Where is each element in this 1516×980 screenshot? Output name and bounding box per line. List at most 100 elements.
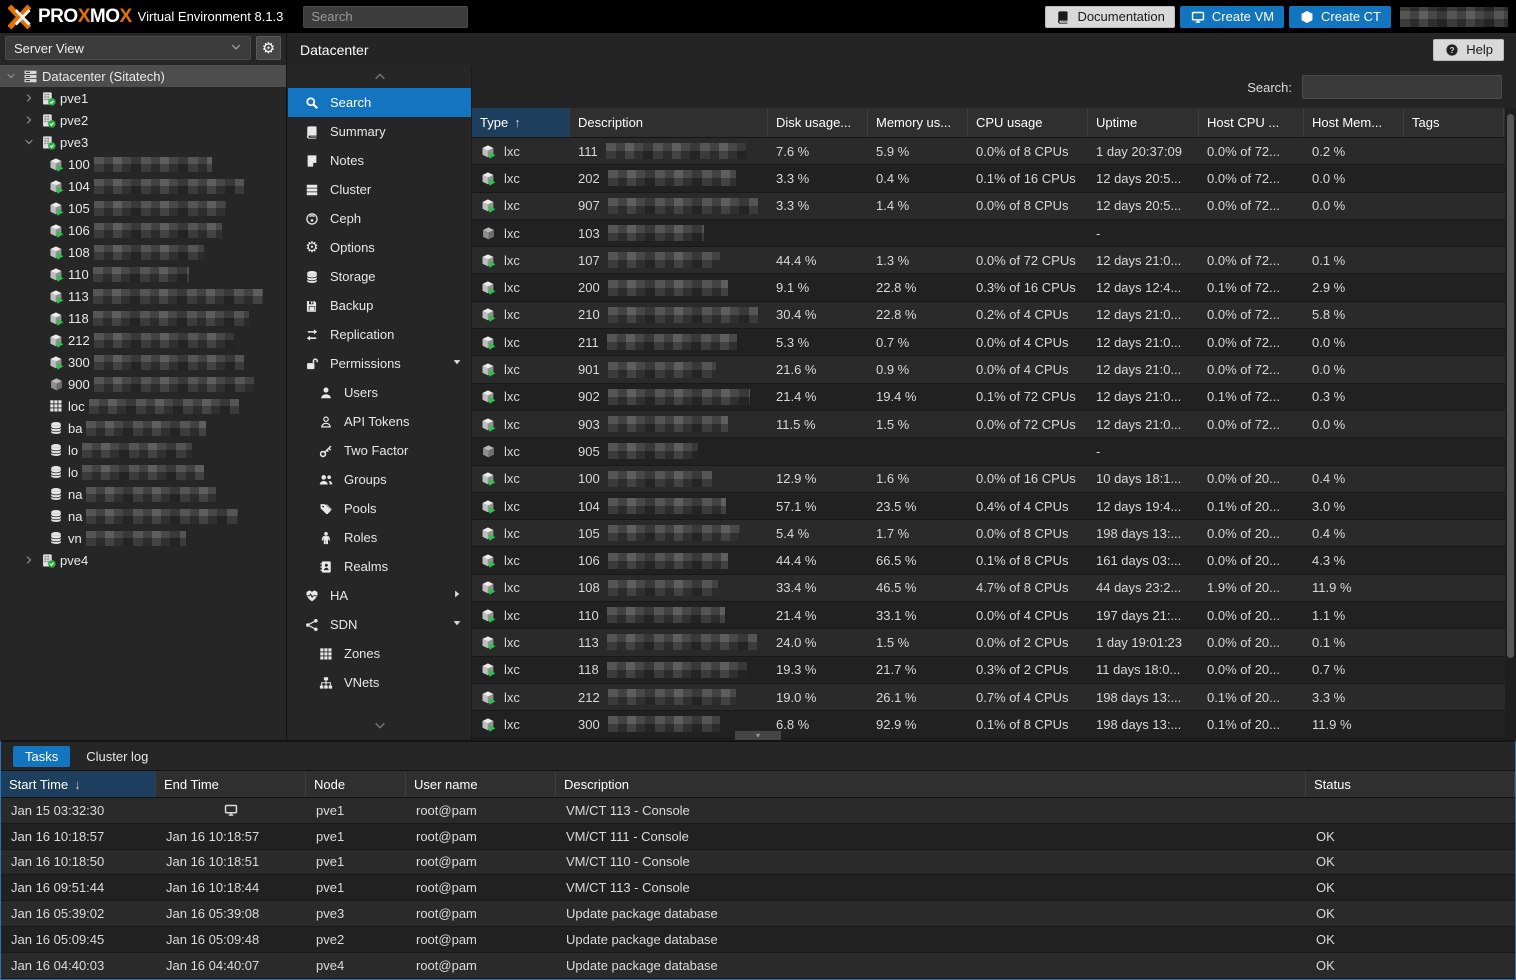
menu-item-realms[interactable]: Realms [288,552,471,581]
table-row[interactable]: lxc 200 9.1 % 22.8 % 0.3% of 16 CPUs 12 … [472,274,1505,301]
menu-item-roles[interactable]: Roles [288,523,471,552]
redacted-username[interactable] [1400,7,1508,27]
tree-item[interactable]: 108 [0,241,286,263]
menu-item-users[interactable]: Users [288,378,471,407]
tree-item[interactable]: 113 [0,285,286,307]
menu-item-ha[interactable]: HA [288,581,471,610]
chevron-right-icon[interactable] [22,554,36,566]
menu-item-search[interactable]: Search [288,88,471,117]
table-row[interactable]: lxc 903 11.5 % 1.5 % 0.0% of 72 CPUs 12 … [472,411,1505,438]
table-row[interactable]: lxc 107 44.4 % 1.3 % 0.0% of 72 CPUs 12 … [472,247,1505,274]
menu-item-groups[interactable]: Groups [288,465,471,494]
help-button[interactable]: ? Help [1433,39,1504,61]
tree-item-pve4[interactable]: pve4 [0,549,286,571]
table-row[interactable]: lxc 105 5.4 % 1.7 % 0.0% of 8 CPUs 198 d… [472,520,1505,547]
menu-item-sdn[interactable]: SDN [288,610,471,639]
column-header-memory-us-[interactable]: Memory us... [868,108,968,137]
menu-scroll-down[interactable] [288,714,471,736]
task-row[interactable]: Jan 16 05:09:45 Jan 16 05:09:48 pve2 roo… [1,927,1515,953]
grid-search-input[interactable] [1302,75,1502,99]
tree-item[interactable]: na [0,483,286,505]
tree-item-pve3[interactable]: pve3 [0,131,286,153]
chevron-right-icon[interactable] [22,92,36,104]
table-row[interactable]: lxc 901 21.6 % 0.9 % 0.0% of 4 CPUs 12 d… [472,356,1505,383]
menu-item-zones[interactable]: Zones [288,639,471,668]
task-column-user-name[interactable]: User name [406,771,556,797]
menu-item-pools[interactable]: Pools [288,494,471,523]
task-row[interactable]: Jan 16 10:18:57 Jan 16 10:18:57 pve1 roo… [1,824,1515,850]
menu-item-summary[interactable]: Summary [288,117,471,146]
create-ct-button[interactable]: Create CT [1289,6,1391,28]
table-row[interactable]: lxc 300 6.8 % 92.9 % 0.1% of 8 CPUs 198 … [472,711,1505,738]
task-row[interactable]: Jan 16 09:51:44 Jan 16 10:18:44 pve1 roo… [1,875,1515,901]
task-column-description[interactable]: Description [556,771,1306,797]
table-row[interactable]: lxc 103 - [472,220,1505,247]
column-header-host-mem-[interactable]: Host Mem... [1304,108,1404,137]
table-row[interactable]: lxc 902 21.4 % 19.4 % 0.1% of 72 CPUs 12… [472,384,1505,411]
tree-item[interactable]: 900 [0,373,286,395]
table-row[interactable]: lxc 210 30.4 % 22.8 % 0.2% of 4 CPUs 12 … [472,302,1505,329]
menu-item-two-factor[interactable]: Two Factor [288,436,471,465]
tree-item[interactable]: ba [0,417,286,439]
task-column-status[interactable]: Status [1306,771,1515,797]
tree-item[interactable]: lo [0,461,286,483]
table-row[interactable]: lxc 106 44.4 % 66.5 % 0.1% of 8 CPUs 161… [472,547,1505,574]
table-row[interactable]: lxc 905 - [472,438,1505,465]
table-row[interactable]: lxc 907 3.3 % 1.4 % 0.0% of 8 CPUs 12 da… [472,193,1505,220]
table-row[interactable]: lxc 104 57.1 % 23.5 % 0.4% of 4 CPUs 12 … [472,493,1505,520]
scrollbar-thumb[interactable] [1507,114,1514,658]
column-header-host-cpu-[interactable]: Host CPU ... [1199,108,1304,137]
tab-cluster-log[interactable]: Cluster log [74,746,160,767]
menu-item-replication[interactable]: Replication [288,320,471,349]
table-row[interactable]: lxc 113 24.0 % 1.5 % 0.0% of 2 CPUs 1 da… [472,629,1505,656]
chevron-down-icon[interactable] [4,70,18,82]
chevron-down-icon[interactable] [22,136,36,148]
tree-item[interactable]: 100 [0,153,286,175]
splitter-handle[interactable]: ▾ [735,731,781,740]
task-column-start-time[interactable]: Start Time↓ [1,771,156,797]
tree-item[interactable]: 105 [0,197,286,219]
table-row[interactable]: lxc 118 19.3 % 21.7 % 0.3% of 2 CPUs 11 … [472,657,1505,684]
task-row[interactable]: Jan 16 05:39:02 Jan 16 05:39:08 pve3 roo… [1,901,1515,927]
menu-item-permissions[interactable]: Permissions [288,349,471,378]
menu-item-api-tokens[interactable]: API Tokens [288,407,471,436]
chevron-right-icon[interactable] [22,114,36,126]
task-column-node[interactable]: Node [306,771,406,797]
table-row[interactable]: lxc 110 21.4 % 33.1 % 0.0% of 4 CPUs 197… [472,602,1505,629]
task-row[interactable]: Jan 15 03:32:30 pve1 root@pam VM/CT 113 … [1,798,1515,824]
menu-item-storage[interactable]: Storage [288,262,471,291]
tree-item[interactable]: 106 [0,219,286,241]
column-header-tags[interactable]: Tags [1404,108,1504,137]
view-select[interactable]: Server View [5,36,251,60]
tree-item[interactable]: na [0,505,286,527]
create-vm-button[interactable]: Create VM [1180,6,1284,28]
task-row[interactable]: Jan 16 10:18:50 Jan 16 10:18:51 pve1 roo… [1,850,1515,876]
vertical-scrollbar[interactable] [1505,108,1516,740]
task-row[interactable]: Jan 16 04:40:03 Jan 16 04:40:07 pve4 roo… [1,953,1515,979]
column-header-type[interactable]: Type↑ [472,108,570,137]
tree-item[interactable]: lo [0,439,286,461]
table-row[interactable]: lxc 100 12.9 % 1.6 % 0.0% of 16 CPUs 10 … [472,466,1505,493]
tree-item[interactable]: loc [0,395,286,417]
menu-item-options[interactable]: ⚙Options [288,233,471,262]
table-row[interactable]: lxc 202 3.3 % 0.4 % 0.1% of 16 CPUs 12 d… [472,165,1505,192]
table-row[interactable]: lxc 211 5.3 % 0.7 % 0.0% of 4 CPUs 12 da… [472,329,1505,356]
tree-item[interactable]: 212 [0,329,286,351]
menu-scroll-up[interactable] [288,66,471,88]
column-header-cpu-usage[interactable]: CPU usage [968,108,1088,137]
task-column-end-time[interactable]: End Time [156,771,306,797]
global-search-input[interactable] [303,6,468,28]
tab-tasks[interactable]: Tasks [13,746,70,767]
tree-item[interactable]: 104 [0,175,286,197]
tree-item[interactable]: 118 [0,307,286,329]
column-header-uptime[interactable]: Uptime [1088,108,1199,137]
tree-item[interactable]: vn [0,527,286,549]
tree-settings-button[interactable]: ⚙ [256,36,281,60]
table-row[interactable]: lxc 108 33.4 % 46.5 % 4.7% of 8 CPUs 44 … [472,575,1505,602]
menu-item-cluster[interactable]: Cluster [288,175,471,204]
column-header-disk-usage-[interactable]: Disk usage... [768,108,868,137]
tree-item-pve1[interactable]: pve1 [0,87,286,109]
menu-item-backup[interactable]: Backup [288,291,471,320]
table-row[interactable]: lxc 212 19.0 % 26.1 % 0.7% of 4 CPUs 198… [472,684,1505,711]
tree-item[interactable]: 300 [0,351,286,373]
